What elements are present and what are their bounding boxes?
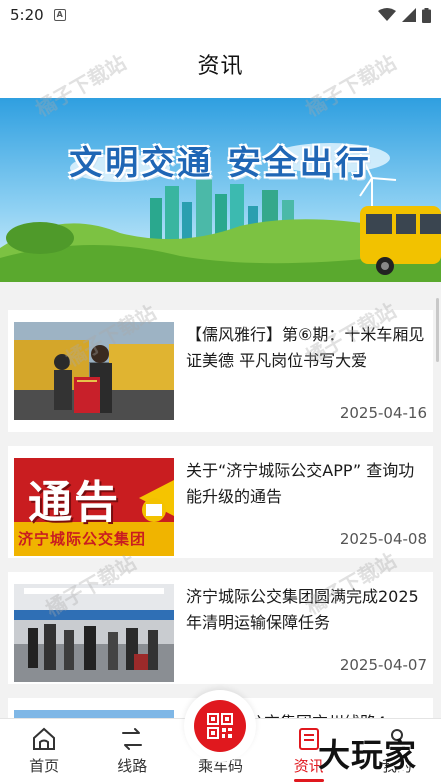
thumb-notice-text: 通告 [28,477,120,528]
ride-code-button[interactable] [184,690,256,762]
news-title: 关于“济宁城际公交APP” 查询功能升级的通告 [186,461,415,506]
tab-label: 线路 [117,757,148,775]
news-title: 济宁城际公交集团圆满完成2025年清明运输保障任务 [186,587,419,632]
qr-code-icon [207,713,233,739]
battery-icon [422,7,431,23]
tab-home[interactable]: 首页 [0,719,88,784]
banner[interactable]: 文明交通 安全出行 [0,98,441,282]
header: 资讯 [0,30,441,98]
news-thumbnail [14,322,174,420]
status-bar: 5:20 A [0,0,441,30]
signal-icon [402,8,416,22]
page-title: 资讯 [197,54,244,79]
news-item[interactable]: 济宁城际公交集团圆满完成2025年清明运输保障任务 2025-04-07 [8,572,433,684]
banner-slogan: 文明交通 安全出行 [69,143,372,182]
home-icon [33,727,56,750]
ride-code-badge [194,700,246,752]
tab-label: 首页 [29,757,60,775]
tab-routes[interactable]: 线路 [88,719,176,784]
news-item[interactable]: 【儒风雅行】第⑥期：十米车厢见证美德 平凡岗位书写大爱 2025-04-16 [8,310,433,432]
news-date: 2025-04-07 [339,656,427,674]
status-indicators [378,7,431,23]
notification-a-icon: A [53,9,66,21]
news-title: 【儒风雅行】第⑥期：十米车厢见证美德 平凡岗位书写大爱 [186,325,425,370]
news-thumbnail: 通告 济宁城际公交集团 [14,458,174,556]
thumb-company-text: 济宁城际公交集团 [18,530,147,548]
status-time: 5:20 [10,6,44,24]
scrollbar[interactable] [436,298,439,362]
wifi-icon [378,8,396,21]
brand-stamp-watermark: 大玩家 [318,736,418,774]
news-date: 2025-04-16 [339,404,427,422]
news-icon [298,728,319,750]
news-date: 2025-04-08 [339,530,427,548]
news-thumbnail [14,584,174,682]
banner-illustration [0,98,441,282]
news-item[interactable]: 通告 济宁城际公交集团 关于“济宁城际公交APP” 查询功能升级的通告 2025… [8,446,433,558]
route-icon [122,728,143,750]
